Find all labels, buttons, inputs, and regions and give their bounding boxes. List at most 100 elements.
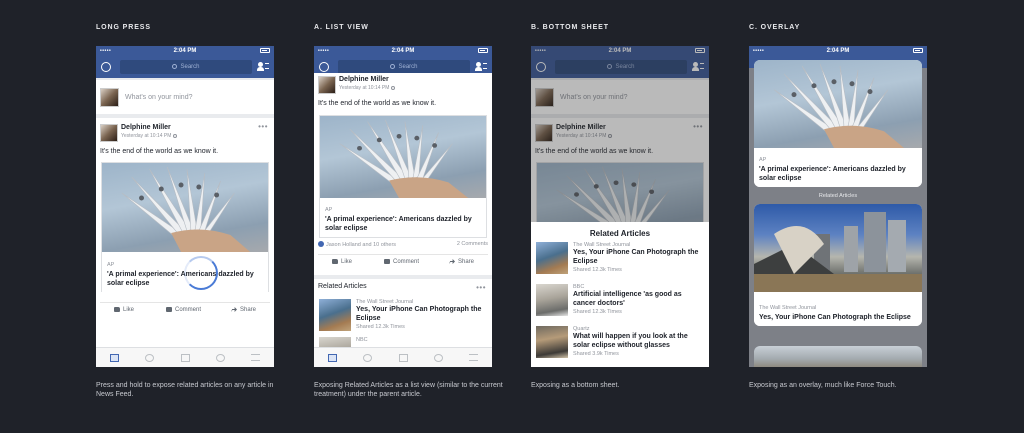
related-article-share-count: Shared 12.3k Times <box>573 309 622 315</box>
link-preview-card[interactable]: AP 'A primal experience': Americans dazz… <box>319 115 487 238</box>
tab-menu-icon[interactable] <box>251 354 260 361</box>
globe-icon <box>391 85 396 90</box>
related-article-body: NBC <box>356 337 487 343</box>
search-input[interactable]: Search <box>338 60 470 74</box>
friend-requests-icon[interactable] <box>257 62 269 72</box>
tab-video-icon[interactable] <box>363 354 372 362</box>
tab-notifications-icon[interactable] <box>434 354 443 362</box>
composer[interactable]: What's on your mind? <box>96 80 274 114</box>
link-title[interactable]: 'A primal experience': Americans dazzled… <box>325 215 481 233</box>
related-article-thumbnail <box>536 284 568 316</box>
related-article-source: NBC <box>356 337 368 343</box>
related-article-source: Quartz <box>573 326 590 332</box>
comment-icon <box>166 307 172 312</box>
globe-icon <box>173 133 178 138</box>
friend-requests-icon[interactable] <box>475 62 487 72</box>
post-text: It's the end of the world as we know it. <box>100 148 219 155</box>
related-articles-label: Related Articles <box>818 193 858 199</box>
action-row-container: Like Comment Share <box>96 292 274 322</box>
post-timestamp: Yesterday at 10:14 PM <box>121 133 178 139</box>
reactions-summary[interactable]: Jason Holland and 10 others 2 Comments <box>318 241 488 248</box>
tab-news-feed-icon[interactable] <box>328 354 337 362</box>
share-icon <box>230 307 237 312</box>
related-article-source: The Wall Street Journal <box>356 299 414 305</box>
link-title[interactable]: 'A primal experience': Americans dazzled… <box>759 165 917 183</box>
comment-count[interactable]: 2 Comments <box>457 241 488 247</box>
next-post-placeholder <box>96 326 274 347</box>
eclipse-glasses-image <box>320 116 486 198</box>
related-article-share-count: Shared 3.9k Times <box>573 351 619 357</box>
share-button[interactable]: Share <box>448 259 474 265</box>
tab-news-feed-icon[interactable] <box>110 354 119 362</box>
link-meta: AP 'A primal experience': Americans dazz… <box>754 153 922 187</box>
comment-icon <box>384 259 390 264</box>
column-caption: Exposing as an overlay, much like Force … <box>749 382 897 389</box>
tab-marketplace-icon[interactable] <box>181 354 190 362</box>
more-options-icon[interactable]: ••• <box>476 283 486 292</box>
share-button[interactable]: Share <box>230 307 256 313</box>
tab-video-icon[interactable] <box>145 354 154 362</box>
related-article-share-count: Shared 12.3k Times <box>356 324 405 330</box>
messenger-icon[interactable] <box>319 62 329 72</box>
related-article-title[interactable]: Yes, Your iPhone Can Photograph the Ecli… <box>573 249 704 266</box>
related-article-title[interactable]: Yes, Your iPhone Can Photograph the Ecli… <box>759 313 917 322</box>
post-actions: Like Comment Share <box>100 302 270 316</box>
author-avatar[interactable] <box>318 76 336 94</box>
related-article-card[interactable]: The Wall Street Journal Yes, Your iPhone… <box>754 204 922 326</box>
avatar <box>100 88 119 107</box>
phone-long-press: ••••• 2:04 PM Search What's on your mind… <box>96 46 274 367</box>
status-time: 2:04 PM <box>391 48 415 54</box>
related-article-title[interactable]: Yes, Your iPhone Can Photograph the Ecli… <box>356 306 487 323</box>
search-icon <box>172 64 178 69</box>
eclipse-glasses-image <box>102 163 268 252</box>
related-article-item[interactable]: The Wall Street Journal Yes, Your iPhone… <box>536 242 704 278</box>
column-caption: Press and hold to expose related article… <box>96 382 274 398</box>
post-actions: Like Comment Share <box>318 254 488 268</box>
comment-button[interactable]: Comment <box>384 259 419 265</box>
column-title: C. OVERLAY <box>749 24 801 31</box>
status-bar: ••••• 2:04 PM <box>314 46 492 56</box>
related-article-source: The Wall Street Journal <box>573 242 631 248</box>
related-article-item[interactable]: Quartz What will happen if you look at t… <box>536 326 704 362</box>
like-button[interactable]: Like <box>114 307 134 313</box>
phone-list-view: ••••• 2:04 PM Search Delphine Miller Yes… <box>314 46 492 367</box>
related-article-body: BBC Artificial intelligence 'as good as … <box>573 284 704 315</box>
related-article-title[interactable]: What will happen if you look at the sola… <box>573 333 704 350</box>
parent-article-card[interactable]: AP 'A primal experience': Americans dazz… <box>754 60 922 187</box>
column-title: LONG PRESS <box>96 24 151 31</box>
battery-icon <box>260 48 270 53</box>
like-button[interactable]: Like <box>332 259 352 265</box>
comment-button[interactable]: Comment <box>166 307 201 313</box>
share-icon <box>448 259 455 264</box>
tab-notifications-icon[interactable] <box>216 354 225 362</box>
tab-bar <box>96 347 274 367</box>
search-icon <box>390 64 396 69</box>
search-placeholder: Search <box>398 64 418 70</box>
nav-bar: Search <box>96 56 274 78</box>
tab-marketplace-icon[interactable] <box>399 354 408 362</box>
related-article-item[interactable]: BBC Artificial intelligence 'as good as … <box>536 284 704 320</box>
post-timestamp: Yesterday at 10:14 PM <box>339 85 396 91</box>
related-article-thumbnail <box>319 299 351 331</box>
phone-overlay: ••••• 2:04 PM AP 'A primal experience': … <box>749 46 927 367</box>
tab-menu-icon[interactable] <box>469 354 478 361</box>
next-related-article-image[interactable] <box>754 346 922 367</box>
related-article-source: The Wall Street Journal <box>759 305 817 311</box>
related-article-title[interactable]: Artificial intelligence 'as good as canc… <box>573 291 704 308</box>
phone-bottom-sheet: ••••• 2:04 PM Search What's on your mind… <box>531 46 709 367</box>
related-articles-bottom-sheet: Related Articles The Wall Street Journal… <box>531 222 709 367</box>
eclipse-glasses-image <box>754 60 922 148</box>
author-avatar[interactable] <box>100 124 118 142</box>
messenger-icon[interactable] <box>101 62 111 72</box>
related-article-body: The Wall Street Journal Yes, Your iPhone… <box>573 242 704 273</box>
related-article-item[interactable]: The Wall Street Journal Yes, Your iPhone… <box>319 299 487 335</box>
battery-icon <box>478 48 488 53</box>
search-input[interactable]: Search <box>120 60 252 74</box>
more-options-icon[interactable]: ••• <box>258 122 268 131</box>
link-meta: The Wall Street Journal Yes, Your iPhone… <box>754 301 922 326</box>
post-author[interactable]: Delphine Miller <box>121 124 171 131</box>
search-placeholder: Search <box>180 64 200 70</box>
status-bar: ••••• 2:04 PM <box>749 46 927 56</box>
status-bar: ••••• 2:04 PM <box>96 46 274 56</box>
post-author[interactable]: Delphine Miller <box>339 76 389 83</box>
